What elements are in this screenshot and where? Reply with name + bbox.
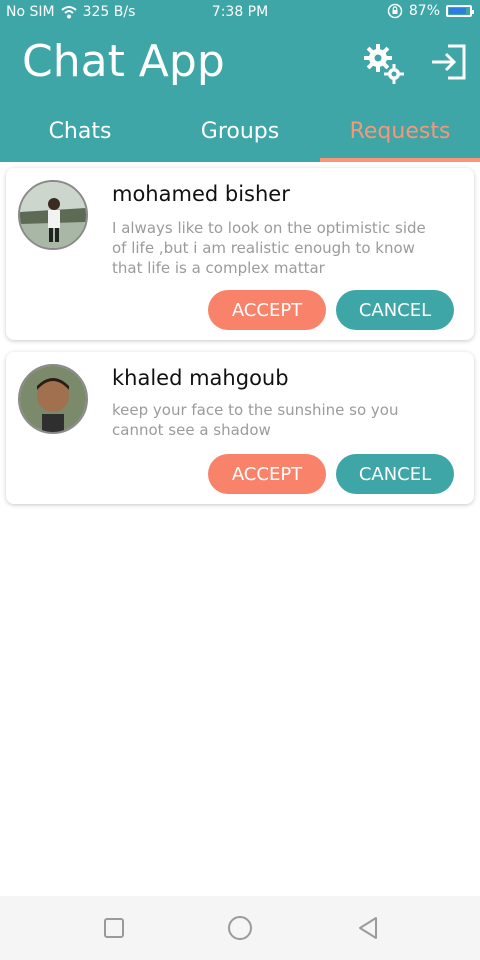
clock: 7:38 PM	[211, 4, 269, 20]
battery-percent: 87%	[408, 3, 440, 19]
tab-requests[interactable]: Requests	[320, 112, 480, 162]
status-right: 87%	[387, 3, 474, 19]
avatar	[18, 364, 88, 434]
settings-icon[interactable]	[362, 42, 406, 86]
status-bar: No SIM 325 B/s 7:38 PM 87%	[0, 0, 480, 24]
recent-apps-icon[interactable]	[100, 914, 128, 942]
navigation-bar	[0, 896, 480, 960]
tab-label: Chats	[48, 119, 112, 144]
request-message: keep your face to the sunshine so you ca…	[112, 401, 399, 439]
app-bar: Chat App Chats Groups Requests	[0, 24, 480, 162]
request-card: khaled mahgoub keep your face to the sun…	[6, 352, 474, 504]
tab-label: Requests	[349, 119, 451, 144]
accept-button[interactable]: ACCEPT	[208, 290, 326, 330]
accept-button[interactable]: ACCEPT	[208, 454, 326, 494]
tab-chats[interactable]: Chats	[0, 112, 160, 162]
tab-label: Groups	[200, 119, 280, 144]
home-icon[interactable]	[226, 914, 254, 942]
tab-bar: Chats Groups Requests	[0, 112, 480, 162]
sender-name: khaled mahgoub	[112, 366, 289, 390]
app-title: Chat App	[22, 36, 225, 87]
tab-groups[interactable]: Groups	[160, 112, 320, 162]
cancel-button[interactable]: CANCEL	[336, 454, 454, 494]
cancel-button[interactable]: CANCEL	[336, 290, 454, 330]
active-tab-indicator	[320, 158, 480, 162]
battery-icon	[446, 5, 474, 17]
sender-name: mohamed bisher	[112, 182, 290, 206]
avatar	[18, 180, 88, 250]
back-icon[interactable]	[354, 914, 382, 942]
request-card: mohamed bisher I always like to look on …	[6, 168, 474, 340]
logout-icon[interactable]	[428, 42, 468, 82]
rotation-lock-icon	[387, 3, 403, 19]
request-message: I always like to look on the optimistic …	[112, 219, 426, 277]
